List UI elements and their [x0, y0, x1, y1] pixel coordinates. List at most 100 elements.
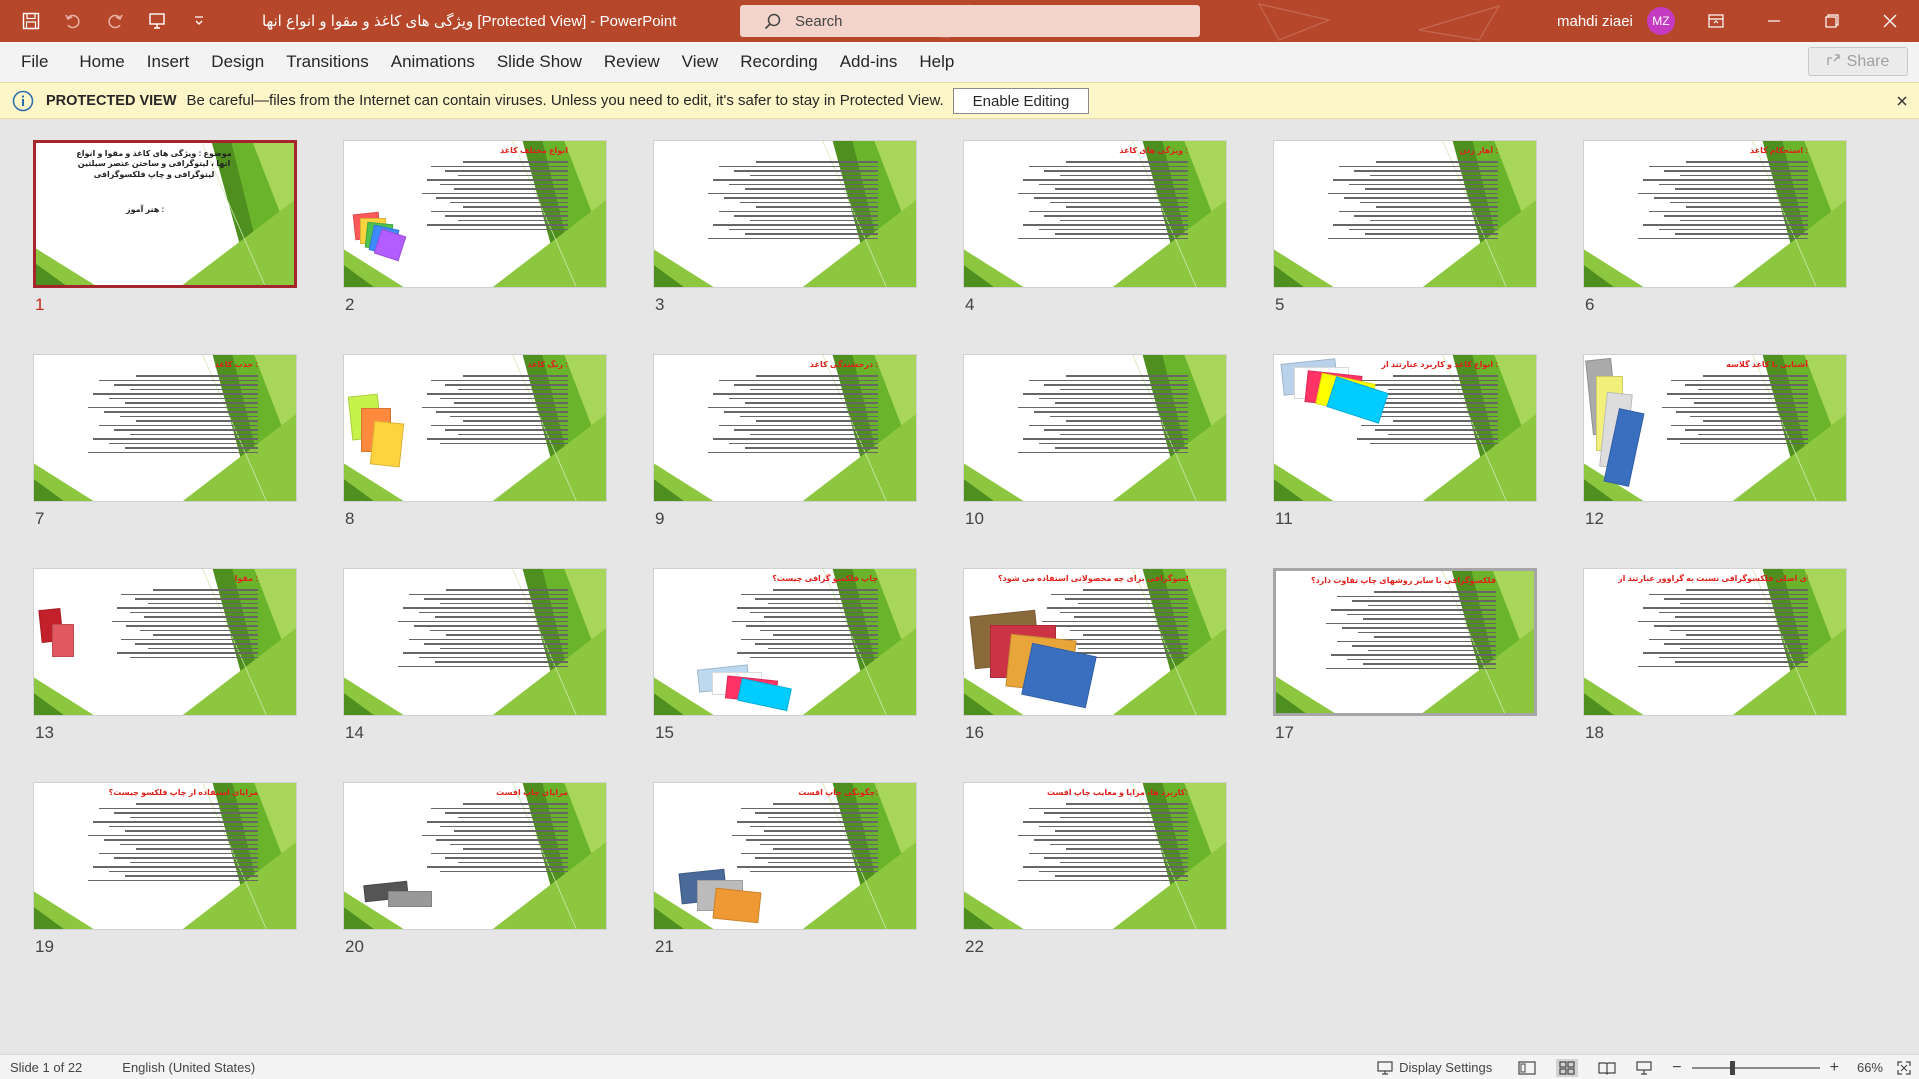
slide-preview[interactable]	[653, 140, 917, 288]
minimize-icon[interactable]	[1745, 0, 1803, 42]
slide-thumbnail[interactable]: مزایای استفاده از چاپ فلکسو چیست؟ 19	[33, 782, 297, 956]
slide-preview[interactable]: از چاپ فلکسوگرافی برای چه محصولاتی استفا…	[963, 568, 1227, 716]
tab-animations[interactable]: Animations	[380, 52, 486, 72]
tab-slide-show[interactable]: Slide Show	[486, 52, 593, 72]
slide-preview[interactable]: رنگ کاغذ :	[343, 354, 607, 502]
slide-picture	[352, 211, 407, 263]
protected-view-message: Be careful—files from the Internet can c…	[186, 92, 944, 109]
slide-thumbnail[interactable]: مزایای اصلی فلکسوگرافی نسبت به گراوور عب…	[1583, 568, 1847, 742]
slide-thumbnail[interactable]: مقوا : 13	[33, 568, 297, 742]
slide-preview[interactable]: موضوع : ویژگی های کاغذ و مقوا و انواع ان…	[33, 140, 297, 288]
tab-design[interactable]: Design	[200, 52, 275, 72]
slide-thumbnail[interactable]: آهار زدن : 5	[1273, 140, 1537, 314]
slide-preview[interactable]: ویژگی های کاغذ :	[963, 140, 1227, 288]
slide-thumbnail[interactable]: استحکام کاغذ : 6	[1583, 140, 1847, 314]
ribbon-tabs: File Home Insert Design Transitions Anim…	[0, 42, 1919, 82]
slide-preview[interactable]: مزایای اصلی فلکسوگرافی نسبت به گراوور عب…	[1583, 568, 1847, 716]
normal-view-icon[interactable]	[1518, 1060, 1536, 1075]
slide-thumbnail[interactable]: آشنایی با کاغذ گلاسه 12	[1583, 354, 1847, 528]
language-indicator[interactable]: English (United States)	[122, 1060, 255, 1075]
zoom-level[interactable]: 66%	[1857, 1060, 1883, 1075]
slide-title: کاربرد ها، مزایا و معایب چاپ افست:	[1047, 788, 1188, 797]
ribbon-display-options-icon[interactable]	[1687, 0, 1745, 42]
zoom-out-icon[interactable]: −	[1672, 1059, 1681, 1077]
slide-thumbnail[interactable]: درخشندگی کاغذ : 9	[653, 354, 917, 528]
slide-thumbnail[interactable]: ویژگی های کاغذ : 4	[963, 140, 1227, 314]
tab-view[interactable]: View	[671, 52, 730, 72]
display-settings-icon[interactable]	[1377, 1060, 1393, 1075]
slide-preview[interactable]: انواع کاغذ و کاربرد عبارتند از :	[1273, 354, 1537, 502]
redo-icon[interactable]	[104, 10, 126, 32]
undo-icon[interactable]	[62, 10, 84, 32]
slide-preview[interactable]: استحکام کاغذ :	[1583, 140, 1847, 288]
slide-thumbnail[interactable]: مزایای چاپ افست 20	[343, 782, 607, 956]
status-right-group: Display Settings − + 66%	[1377, 1055, 1919, 1079]
close-icon[interactable]	[1861, 0, 1919, 42]
restore-icon[interactable]	[1803, 0, 1861, 42]
avatar[interactable]: MZ	[1646, 7, 1675, 35]
tab-home[interactable]: Home	[68, 52, 135, 72]
slide-thumbnail[interactable]: فلکسوگرافی با سایر روشهای چاپ تفاوت دارد…	[1273, 568, 1537, 742]
title-bar: ویژگی های کاغذ و مقوا و انواع انها [Prot…	[0, 0, 1919, 42]
slide-thumbnail[interactable]: جذب کاغذ : 7	[33, 354, 297, 528]
slide-preview[interactable]: انواع مختلف کاغذ	[343, 140, 607, 288]
slide-preview[interactable]: جذب کاغذ :	[33, 354, 297, 502]
tab-add-ins[interactable]: Add-ins	[829, 52, 909, 72]
slide-preview[interactable]: آهار زدن :	[1273, 140, 1537, 288]
customize-toolbar-chevron-icon[interactable]	[188, 10, 210, 32]
document-title: ویژگی های کاغذ و مقوا و انواع انها [Prot…	[262, 13, 677, 30]
slide-thumbnail[interactable]: چگونگی چاپ افست: 21	[653, 782, 917, 956]
slide-thumbnail[interactable]: انواع مختلف کاغذ 2	[343, 140, 607, 314]
present-from-beginning-icon[interactable]	[146, 10, 168, 32]
tab-recording[interactable]: Recording	[729, 52, 829, 72]
enable-editing-button[interactable]: Enable Editing	[953, 88, 1089, 114]
slide-preview[interactable]: چگونگی چاپ افست:	[653, 782, 917, 930]
slide-thumbnail[interactable]: از چاپ فلکسوگرافی برای چه محصولاتی استفا…	[963, 568, 1227, 742]
slide-number: 21	[655, 937, 674, 956]
info-icon	[12, 90, 34, 112]
tab-help[interactable]: Help	[908, 52, 965, 72]
slide-title: انواع مختلف کاغذ	[500, 146, 568, 155]
slide-thumbnail[interactable]: موضوع : ویژگی های کاغذ و مقوا و انواع ان…	[33, 140, 297, 314]
slide-preview[interactable]	[343, 568, 607, 716]
slide-preview[interactable]	[963, 354, 1227, 502]
powerpoint-window: ویژگی های کاغذ و مقوا و انواع انها [Prot…	[0, 0, 1919, 1079]
slide-number: 2	[345, 295, 355, 314]
share-button[interactable]: Share	[1808, 47, 1908, 76]
zoom-in-icon[interactable]: +	[1830, 1059, 1839, 1077]
slide-preview[interactable]: آشنایی با کاغذ گلاسه	[1583, 354, 1847, 502]
tab-insert[interactable]: Insert	[136, 52, 201, 72]
slide-preview[interactable]: مزایای استفاده از چاپ فلکسو چیست؟	[33, 782, 297, 930]
slide-preview[interactable]: کاربرد ها، مزایا و معایب چاپ افست:	[963, 782, 1227, 930]
slide-body-text	[112, 589, 258, 661]
slide-thumbnail[interactable]: رنگ کاغذ : 8	[343, 354, 607, 528]
account-area[interactable]: mahdi ziaei MZ	[1557, 0, 1675, 42]
tab-review[interactable]: Review	[593, 52, 671, 72]
search-box[interactable]: Search	[740, 5, 1200, 37]
tab-file[interactable]: File	[0, 52, 68, 72]
slide-thumbnail[interactable]: کاربرد ها، مزایا و معایب چاپ افست: 22	[963, 782, 1227, 956]
slide-thumbnail[interactable]: چاپ فلکسو گرافی چیست؟ 15	[653, 568, 917, 742]
close-bar-icon[interactable]	[1897, 93, 1907, 111]
zoom-slider[interactable]	[1691, 1060, 1820, 1075]
slide-preview[interactable]: مزایای چاپ افست	[343, 782, 607, 930]
slide-preview[interactable]: فلکسوگرافی با سایر روشهای چاپ تفاوت دارد…	[1273, 568, 1537, 716]
slide-sorter-view-icon[interactable]	[1556, 1058, 1579, 1077]
save-icon[interactable]	[20, 10, 42, 32]
fit-to-window-icon[interactable]	[1897, 1060, 1911, 1075]
slide-preview[interactable]: چاپ فلکسو گرافی چیست؟	[653, 568, 917, 716]
slide-preview[interactable]: درخشندگی کاغذ :	[653, 354, 917, 502]
slide-number: 17	[1275, 723, 1294, 742]
reading-view-icon[interactable]	[1598, 1061, 1616, 1075]
slide-thumbnail[interactable]: 14	[343, 568, 607, 742]
slide-thumbnail[interactable]: 10	[963, 354, 1227, 528]
slide-body-text	[732, 803, 878, 875]
slide-thumbnail[interactable]: انواع کاغذ و کاربرد عبارتند از : 11	[1273, 354, 1537, 528]
slide-show-view-icon[interactable]	[1636, 1060, 1652, 1075]
display-settings-button[interactable]: Display Settings	[1399, 1060, 1492, 1075]
slide-thumbnail[interactable]: 3	[653, 140, 917, 314]
quick-access-toolbar	[0, 0, 210, 42]
tab-transitions[interactable]: Transitions	[275, 52, 380, 72]
slide-preview[interactable]: مقوا :	[33, 568, 297, 716]
zoom-slider-thumb[interactable]	[1729, 1060, 1735, 1075]
